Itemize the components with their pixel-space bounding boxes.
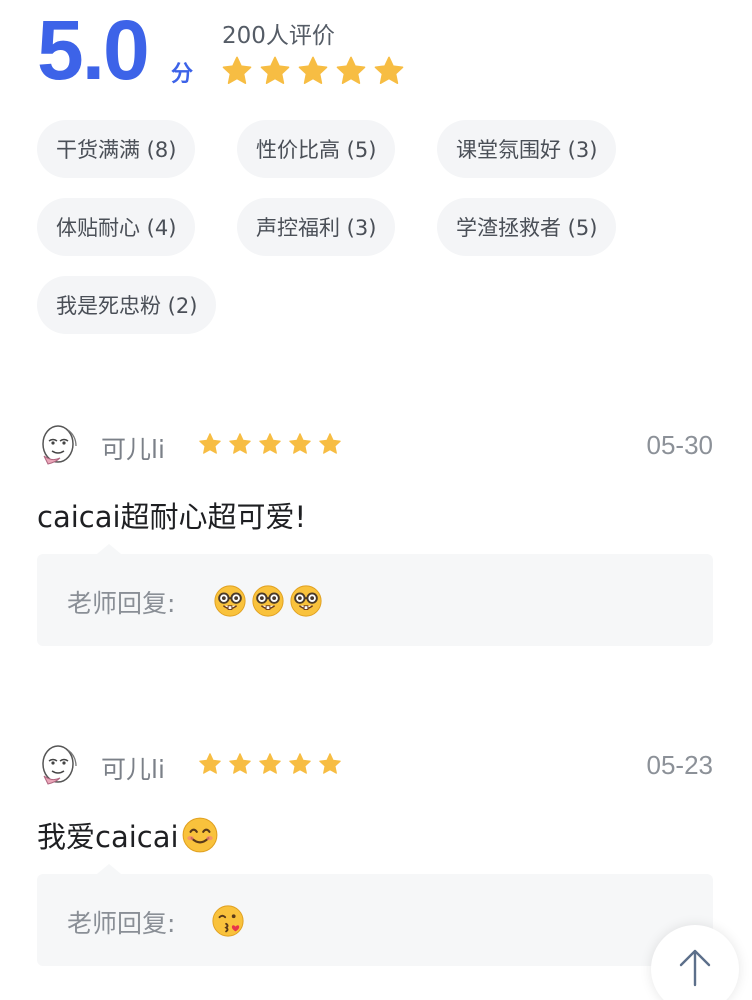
kissing-face-icon bbox=[211, 904, 245, 938]
sketch-avatar-icon[interactable] bbox=[38, 424, 80, 466]
tag-chip[interactable]: 体贴耐心 (4) bbox=[37, 198, 196, 256]
reply-label: 老师回复: bbox=[67, 589, 176, 618]
star-icon bbox=[288, 432, 312, 456]
reply-label: 老师回复: bbox=[67, 909, 176, 938]
star-icon bbox=[288, 752, 312, 776]
review-rating-stars bbox=[198, 432, 342, 456]
star-icon bbox=[318, 432, 342, 456]
reply-emoji-group bbox=[213, 584, 323, 618]
score-unit: 分 bbox=[171, 62, 194, 87]
arrow-up-icon bbox=[679, 949, 711, 987]
tag-chip[interactable]: 性价比高 (5) bbox=[237, 120, 396, 178]
tag-chip[interactable]: 课堂氛围好 (3) bbox=[437, 120, 617, 178]
tag-chip[interactable]: 干货满满 (8) bbox=[37, 120, 196, 178]
average-score: 5.0 bbox=[37, 3, 150, 97]
nerd-face-icon bbox=[289, 584, 323, 618]
scroll-to-top-button[interactable] bbox=[651, 925, 739, 1000]
tag-chip[interactable]: 声控福利 (3) bbox=[237, 198, 396, 256]
star-icon bbox=[228, 752, 252, 776]
star-icon bbox=[335, 55, 367, 87]
teacher-reply: 老师回复: bbox=[37, 864, 713, 966]
reply-emoji-group bbox=[211, 904, 245, 938]
review-username: 可儿li bbox=[101, 755, 165, 784]
nerd-face-icon bbox=[251, 584, 285, 618]
star-icon bbox=[258, 752, 282, 776]
star-icon bbox=[259, 55, 291, 87]
review-text: 我爱caicai bbox=[37, 820, 179, 854]
tag-chip[interactable]: 学渣拯救者 (5) bbox=[437, 198, 617, 256]
star-icon bbox=[221, 55, 253, 87]
review-username: 可儿li bbox=[101, 435, 165, 464]
review-text-row: 我爱caicai bbox=[37, 814, 219, 856]
average-rating-stars bbox=[221, 55, 405, 87]
tag-chip[interactable]: 我是死忠粉 (2) bbox=[37, 276, 217, 334]
review-date: 05-23 bbox=[646, 750, 714, 780]
review-count: 200人评价 bbox=[222, 23, 335, 49]
nerd-face-icon bbox=[213, 584, 247, 618]
review-date: 05-30 bbox=[646, 430, 714, 460]
star-icon bbox=[228, 432, 252, 456]
star-icon bbox=[258, 432, 282, 456]
star-icon bbox=[297, 55, 329, 87]
sketch-avatar-icon[interactable] bbox=[38, 744, 80, 786]
review-text: caicai超耐心超可爱! bbox=[37, 500, 307, 534]
star-icon bbox=[318, 752, 342, 776]
star-icon bbox=[198, 432, 222, 456]
teacher-reply: 老师回复: bbox=[37, 544, 713, 646]
star-icon bbox=[198, 752, 222, 776]
star-icon bbox=[373, 55, 405, 87]
smiling-face-icon bbox=[181, 816, 219, 854]
review-rating-stars bbox=[198, 752, 342, 776]
